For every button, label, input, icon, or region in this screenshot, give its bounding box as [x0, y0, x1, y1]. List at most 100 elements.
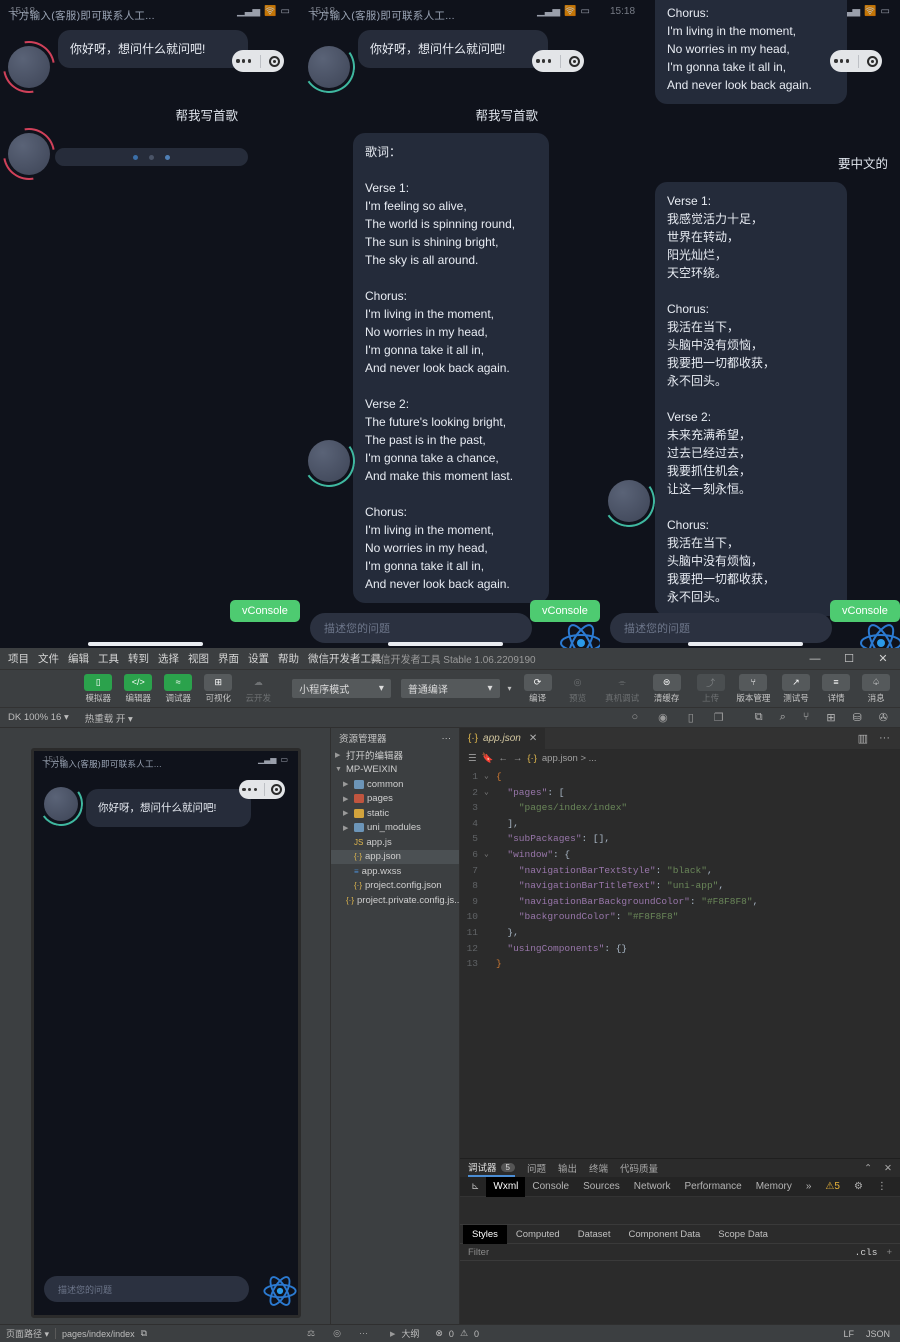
- extensions-icon[interactable]: ⊞: [826, 711, 835, 724]
- devtools-tab-performance[interactable]: Performance: [677, 1177, 748, 1197]
- toolbar-preview-button[interactable]: ◎ 预览: [560, 672, 596, 706]
- devtools-tab-sources[interactable]: Sources: [576, 1177, 627, 1197]
- code-line[interactable]: 12 "usingComponents": {}: [460, 941, 900, 957]
- select-extra-caret[interactable]: ▾: [504, 684, 516, 693]
- simulator-device[interactable]: 15:18 ▁▃▅ ▭ 下方输入(客服)即可联系人工... 你好呀，想问什么就问…: [31, 748, 301, 1318]
- code-line[interactable]: 7 "navigationBarTextStyle": "black",: [460, 863, 900, 879]
- toolbar-compile-button[interactable]: ⟳ 编译: [520, 672, 556, 706]
- device-icon[interactable]: ▯: [688, 711, 694, 724]
- eol-indicator[interactable]: LF: [843, 1329, 854, 1339]
- devtools-tab-memory[interactable]: Memory: [749, 1177, 799, 1197]
- warning-indicator[interactable]: ⚠ 5: [818, 1177, 847, 1197]
- vconsole-button-2[interactable]: vConsole: [530, 600, 600, 622]
- devtools-tab-wxml[interactable]: Wxml: [486, 1177, 525, 1197]
- code-line[interactable]: 4 ],: [460, 816, 900, 832]
- toolbar-simulator-button[interactable]: ▯ 模拟器: [80, 672, 116, 706]
- mode-select[interactable]: 小程序模式 ▾: [292, 679, 391, 698]
- code-line[interactable]: 8 "navigationBarTitleText": "uni-app",: [460, 878, 900, 894]
- sim-chat-input[interactable]: 描述您的问题: [44, 1276, 249, 1302]
- refresh-icon[interactable]: ○: [632, 711, 639, 724]
- code-line[interactable]: 10 "backgroundColor": "#F8F8F8": [460, 909, 900, 925]
- code-line[interactable]: 1⌄{: [460, 769, 900, 785]
- toolbar-debugger-button[interactable]: ≈ 调试器: [160, 672, 196, 706]
- devtools-tab-more[interactable]: »: [799, 1177, 819, 1197]
- explorer-icon[interactable]: ⧉: [755, 711, 763, 724]
- menu-item-devtools[interactable]: 微信开发者工具: [308, 651, 382, 666]
- menu-item-help[interactable]: 帮助: [278, 651, 299, 666]
- devtools-tab-network[interactable]: Network: [627, 1177, 678, 1197]
- menu-item-goto[interactable]: 转到: [128, 651, 149, 666]
- chat-input-3[interactable]: 描述您的问题: [610, 613, 832, 643]
- filter-input[interactable]: Filter: [468, 1247, 489, 1258]
- explorer-item-common[interactable]: ▶common: [331, 777, 459, 792]
- wxml-tree-area[interactable]: [460, 1197, 900, 1225]
- explorer-more-icon[interactable]: ···: [442, 733, 452, 744]
- menu-item-settings[interactable]: 设置: [248, 651, 269, 666]
- chat-input-2[interactable]: 描述您的问题: [310, 613, 532, 643]
- vconsole-button-3[interactable]: vConsole: [830, 600, 900, 622]
- settings-gear-icon[interactable]: ⚙: [847, 1177, 870, 1197]
- hot-reload-selector[interactable]: 热重载 开 ▾: [85, 711, 133, 725]
- status-more-icon[interactable]: ···: [359, 1328, 368, 1339]
- compile-select[interactable]: 普通编译 ▾: [401, 679, 500, 698]
- pane-tab-dataset[interactable]: Dataset: [569, 1225, 620, 1244]
- menu-item-view[interactable]: 视图: [188, 651, 209, 666]
- database-icon[interactable]: ⛁: [853, 711, 862, 724]
- explorer-item-project-config-json[interactable]: {·}project.config.json: [331, 879, 459, 894]
- minimize-button[interactable]: —: [798, 648, 832, 670]
- toolbar-messages-button[interactable]: ♤ 消息: [858, 672, 894, 706]
- code-line[interactable]: 2⌄ "pages": [: [460, 785, 900, 801]
- more-dots-icon[interactable]: [242, 788, 257, 791]
- devtools-kebab-icon[interactable]: ⋮: [870, 1177, 894, 1197]
- split-editor-icon[interactable]: ▥: [858, 732, 868, 745]
- code-line[interactable]: 5 "subPackages": [],: [460, 831, 900, 847]
- record-icon[interactable]: [569, 56, 580, 67]
- code-editor[interactable]: 1⌄{2⌄ "pages": [3 "pages/index/index"4 ]…: [460, 767, 900, 972]
- explorer-item-app-wxss[interactable]: ≡app.wxss: [331, 864, 459, 879]
- debugger-tab-terminal[interactable]: 终端: [589, 1161, 608, 1175]
- eye-icon[interactable]: ◎: [333, 1328, 341, 1339]
- explorer-item-project-private-config-js-[interactable]: {·}project.private.config.js...: [331, 893, 459, 908]
- breadcrumb-path[interactable]: app.json > ...: [542, 753, 597, 764]
- code-line[interactable]: 3 "pages/index/index": [460, 800, 900, 816]
- voice-record-pill[interactable]: [232, 50, 284, 72]
- voice-record-pill[interactable]: [830, 50, 882, 72]
- back-icon[interactable]: ←: [498, 753, 508, 764]
- maximize-button[interactable]: ☐: [832, 648, 866, 670]
- menu-item-select[interactable]: 选择: [158, 651, 179, 666]
- fold-toggle-icon[interactable]: ⌄: [484, 769, 496, 785]
- toolbar-details-button[interactable]: ≡ 详情: [818, 672, 854, 706]
- explorer-project-root[interactable]: ▼ MP-WEIXIN: [331, 763, 459, 778]
- language-indicator[interactable]: JSON: [866, 1329, 890, 1339]
- outline-icon[interactable]: ☰: [468, 753, 477, 764]
- code-line[interactable]: 9 "navigationBarBackgroundColor": "#F8F8…: [460, 894, 900, 910]
- toolbar-version-button[interactable]: ⑂ 版本管理: [733, 672, 774, 706]
- pane-tab-scope-data[interactable]: Scope Data: [709, 1225, 777, 1244]
- explorer-item-pages[interactable]: ▶pages: [331, 792, 459, 807]
- toolbar-editor-button[interactable]: </> 编辑器: [120, 672, 156, 706]
- bookmark-icon[interactable]: 🔖: [482, 753, 494, 764]
- fold-toggle-icon[interactable]: ⌄: [484, 847, 496, 863]
- explorer-item-uni-modules[interactable]: ▶uni_modules: [331, 821, 459, 836]
- explorer-item-static[interactable]: ▶static: [331, 806, 459, 821]
- explorer-item-app-json[interactable]: {·}app.json: [331, 850, 459, 865]
- record-icon[interactable]: [269, 56, 280, 67]
- balance-icon[interactable]: ⚖: [307, 1328, 315, 1339]
- more-dots-icon[interactable]: [236, 59, 251, 62]
- cloud-func-icon[interactable]: ✇: [879, 711, 888, 724]
- pane-tab-computed[interactable]: Computed: [507, 1225, 569, 1244]
- record-icon[interactable]: ◉: [658, 711, 668, 724]
- page-path-label[interactable]: 页面路径 ▾: [6, 1327, 49, 1340]
- cls-button[interactable]: .cls: [855, 1247, 878, 1258]
- toolbar-visualize-button[interactable]: ⊞ 可视化: [200, 672, 236, 706]
- toolbar-clearcache-button[interactable]: ⊜ 清缓存: [649, 672, 685, 706]
- pane-tab-component-data[interactable]: Component Data: [619, 1225, 709, 1244]
- close-icon[interactable]: ✕: [884, 1163, 892, 1174]
- fold-toggle-icon[interactable]: ⌄: [484, 785, 496, 801]
- toolbar-upload-button[interactable]: ⤴ 上传: [693, 672, 729, 706]
- code-line[interactable]: 13}: [460, 956, 900, 972]
- outline-label[interactable]: 大纲: [401, 1327, 419, 1340]
- editor-tab-appjson[interactable]: {·} app.json ✕: [460, 728, 545, 750]
- record-icon[interactable]: [867, 56, 878, 67]
- zoom-selector[interactable]: DK 100% 16 ▾: [8, 712, 69, 723]
